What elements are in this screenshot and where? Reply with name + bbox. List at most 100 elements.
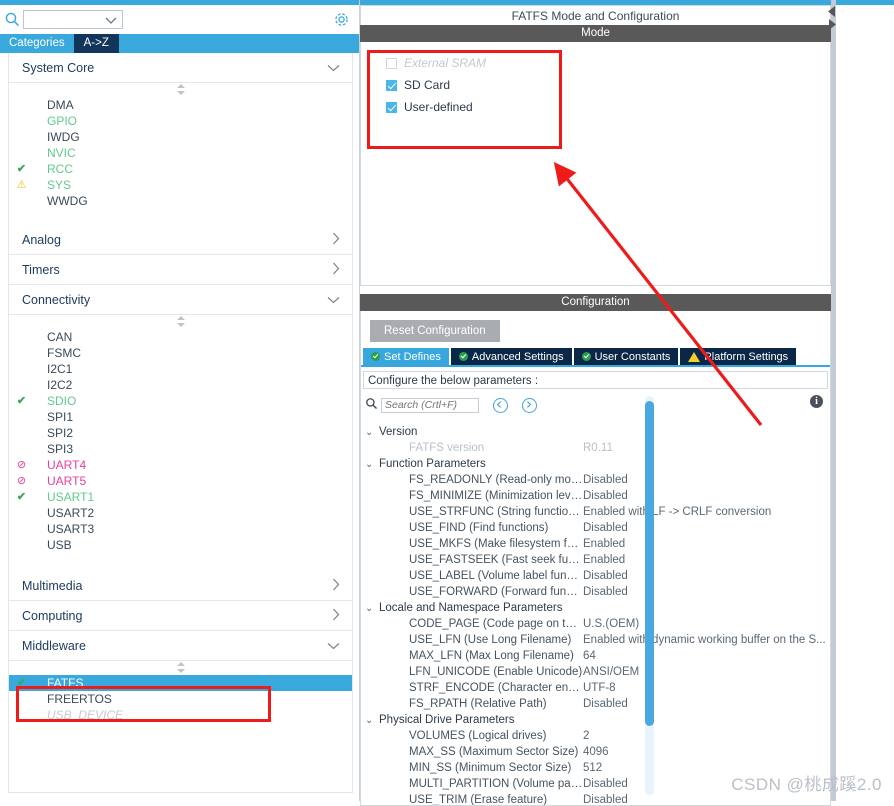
- tree-item-i2c2[interactable]: I2C2: [9, 377, 352, 393]
- param-row[interactable]: VOLUMES (Logical drives) 2: [363, 728, 828, 744]
- tab-a-to-z[interactable]: A->Z: [73, 34, 119, 53]
- tree-item-fatfs[interactable]: ✔ FATFS: [9, 675, 352, 691]
- tab-set-defines[interactable]: Set Defines: [363, 348, 449, 365]
- param-value: Enabled: [583, 554, 626, 566]
- gear-icon[interactable]: [333, 11, 350, 28]
- group-header-timers[interactable]: Timers: [9, 255, 352, 285]
- param-row[interactable]: CODE_PAGE (Code page on target) U.S.(OEM): [363, 616, 828, 632]
- tree-item-iwdg[interactable]: IWDG: [9, 129, 352, 145]
- panel-collapse-arrows[interactable]: [826, 4, 838, 30]
- tree-item-uart5[interactable]: ⊘ UART5: [9, 473, 352, 489]
- tree-item-rcc[interactable]: ✔ RCC: [9, 161, 352, 177]
- tree-item-spi1[interactable]: SPI1: [9, 409, 352, 425]
- group-connectivity: Connectivity CAN FSMC I2C1 I2C2 ✔ SDIO SP…: [9, 285, 352, 571]
- param-row[interactable]: USE_FIND (Find functions) Disabled: [363, 520, 828, 536]
- group-header-middleware[interactable]: Middleware: [9, 631, 352, 661]
- checkbox-label: SD Card: [404, 78, 451, 92]
- tab-user-constants[interactable]: User Constants: [573, 348, 679, 365]
- group-label: Computing: [22, 608, 83, 623]
- tree-item-nvic[interactable]: NVIC: [9, 145, 352, 161]
- tree-item-label: GPIO: [47, 114, 78, 128]
- tree-item-usart2[interactable]: USART2: [9, 505, 352, 521]
- info-icon[interactable]: i: [810, 395, 823, 408]
- search-combo-input[interactable]: [23, 10, 123, 29]
- param-group-locale-namespace[interactable]: ⌄ Locale and Namespace Parameters: [363, 600, 828, 616]
- param-row[interactable]: LFN_UNICODE (Enable Unicode) ANSI/OEM: [363, 664, 828, 680]
- tree-item-can[interactable]: CAN: [9, 329, 352, 345]
- checkbox-external-sram: [386, 57, 397, 69]
- tree-item-dma[interactable]: DMA: [9, 97, 352, 113]
- sidebar-search-row: [0, 5, 359, 34]
- parameter-list: ⌄ Version FATFS version R0.11 ⌄ Function…: [363, 424, 828, 805]
- group-header-analog[interactable]: Analog: [9, 225, 352, 255]
- group-header-connectivity[interactable]: Connectivity: [9, 285, 352, 315]
- param-group-function-parameters[interactable]: ⌄ Function Parameters: [363, 456, 828, 472]
- param-row[interactable]: USE_FORWARD (Forward function) Disabled: [363, 584, 828, 600]
- checkbox-sd-card[interactable]: [386, 79, 397, 91]
- chevron-right-circle-icon[interactable]: [522, 397, 537, 413]
- checkbox-row-sd-card[interactable]: SD Card: [386, 74, 830, 96]
- blocked-icon: ⊘: [16, 474, 27, 487]
- checkbox-row-user-defined[interactable]: User-defined: [386, 96, 830, 118]
- tree-item-wwdg[interactable]: WWDG: [9, 193, 352, 209]
- param-row[interactable]: USE_FASTSEEK (Fast seek functi... Enabled: [363, 552, 828, 568]
- chevron-down-icon: [327, 640, 340, 652]
- tree-item-label: UART5: [47, 474, 87, 488]
- group-header-computing[interactable]: Computing: [9, 601, 352, 631]
- scroll-spinner-icon[interactable]: [176, 662, 186, 673]
- chevron-left-circle-icon[interactable]: [493, 397, 508, 413]
- param-group-physical-drive[interactable]: ⌄ Physical Drive Parameters: [363, 712, 828, 728]
- configuration-section-header: Configuration: [360, 294, 831, 311]
- group-header-system-core[interactable]: System Core: [9, 53, 352, 83]
- mode-body: External SRAM SD Card User-defined: [360, 42, 831, 286]
- tree-item-sdio[interactable]: ✔ SDIO: [9, 393, 352, 409]
- param-name: FS_READONLY (Read-only mode): [409, 474, 583, 486]
- scroll-spinner-icon[interactable]: [176, 84, 186, 95]
- group-header-multimedia[interactable]: Multimedia: [9, 571, 352, 601]
- param-value: Disabled: [583, 570, 628, 582]
- param-row[interactable]: USE_LFN (Use Long Filename) Enabled with …: [363, 632, 828, 648]
- tree-item-usart3[interactable]: USART3: [9, 521, 352, 537]
- search-input[interactable]: [381, 397, 479, 413]
- tree-item-freertos[interactable]: FREERTOS: [9, 691, 352, 707]
- param-name: MULTI_PARTITION (Volume partitio...: [409, 778, 583, 790]
- param-row[interactable]: USE_LABEL (Volume label functions) Disabl…: [363, 568, 828, 584]
- tree-item-fsmc[interactable]: FSMC: [9, 345, 352, 361]
- tree-item-uart4[interactable]: ⊘ UART4: [9, 457, 352, 473]
- param-row[interactable]: MAX_LFN (Max Long Filename) 64: [363, 648, 828, 664]
- parameter-scrollbar-thumb[interactable]: [645, 401, 654, 726]
- param-row[interactable]: FS_READONLY (Read-only mode) Disabled: [363, 472, 828, 488]
- param-row[interactable]: FS_MINIMIZE (Minimization level) Disabled: [363, 488, 828, 504]
- checkbox-user-defined[interactable]: [386, 101, 397, 113]
- param-row[interactable]: STRF_ENCODE (Character encodi... UTF-8: [363, 680, 828, 696]
- param-row[interactable]: FATFS version R0.11: [363, 440, 828, 456]
- group-label: System Core: [22, 60, 95, 75]
- panel-divider[interactable]: [831, 0, 836, 801]
- param-row[interactable]: USE_MKFS (Make filesystem funct... Enable…: [363, 536, 828, 552]
- param-group-label: Physical Drive Parameters: [379, 714, 515, 726]
- reset-configuration-button[interactable]: Reset Configuration: [370, 320, 500, 342]
- parameter-scrollbar-track[interactable]: [645, 396, 654, 795]
- scroll-spinner-icon[interactable]: [176, 316, 186, 327]
- component-sidebar: Categories A->Z System Core DMA GPIO IWD…: [0, 0, 360, 801]
- tree-item-usb[interactable]: USB: [9, 537, 352, 553]
- tab-categories[interactable]: Categories: [0, 34, 74, 53]
- tab-advanced-settings[interactable]: Advanced Settings: [450, 348, 572, 365]
- tree-item-label: UART4: [47, 458, 87, 472]
- param-row[interactable]: USE_STRFUNC (String functions) Enabled wi…: [363, 504, 828, 520]
- tree-item-gpio[interactable]: GPIO: [9, 113, 352, 129]
- tree-item-i2c1[interactable]: I2C1: [9, 361, 352, 377]
- tree-item-sys[interactable]: ⚠ SYS: [9, 177, 352, 193]
- tree-item-label: FREERTOS: [47, 692, 112, 706]
- group-body-connectivity: CAN FSMC I2C1 I2C2 ✔ SDIO SPI1 SPI2 SPI3 …: [9, 315, 352, 571]
- param-row[interactable]: FS_RPATH (Relative Path) Disabled: [363, 696, 828, 712]
- tree-item-spi2[interactable]: SPI2: [9, 425, 352, 441]
- tree-item-spi3[interactable]: SPI3: [9, 441, 352, 457]
- tree-item-usart1[interactable]: ✔ USART1: [9, 489, 352, 505]
- checkbox-row-external-sram: External SRAM: [386, 52, 830, 74]
- fatfs-panel-inner: FATFS Mode and Configuration Mode Extern…: [360, 5, 831, 806]
- tab-platform-settings[interactable]: Platform Settings: [680, 348, 797, 365]
- param-row[interactable]: MAX_SS (Maximum Sector Size) 4096: [363, 744, 828, 760]
- tree-item-label: USB_DEVICE: [47, 708, 124, 722]
- param-group-version[interactable]: ⌄ Version: [363, 424, 828, 440]
